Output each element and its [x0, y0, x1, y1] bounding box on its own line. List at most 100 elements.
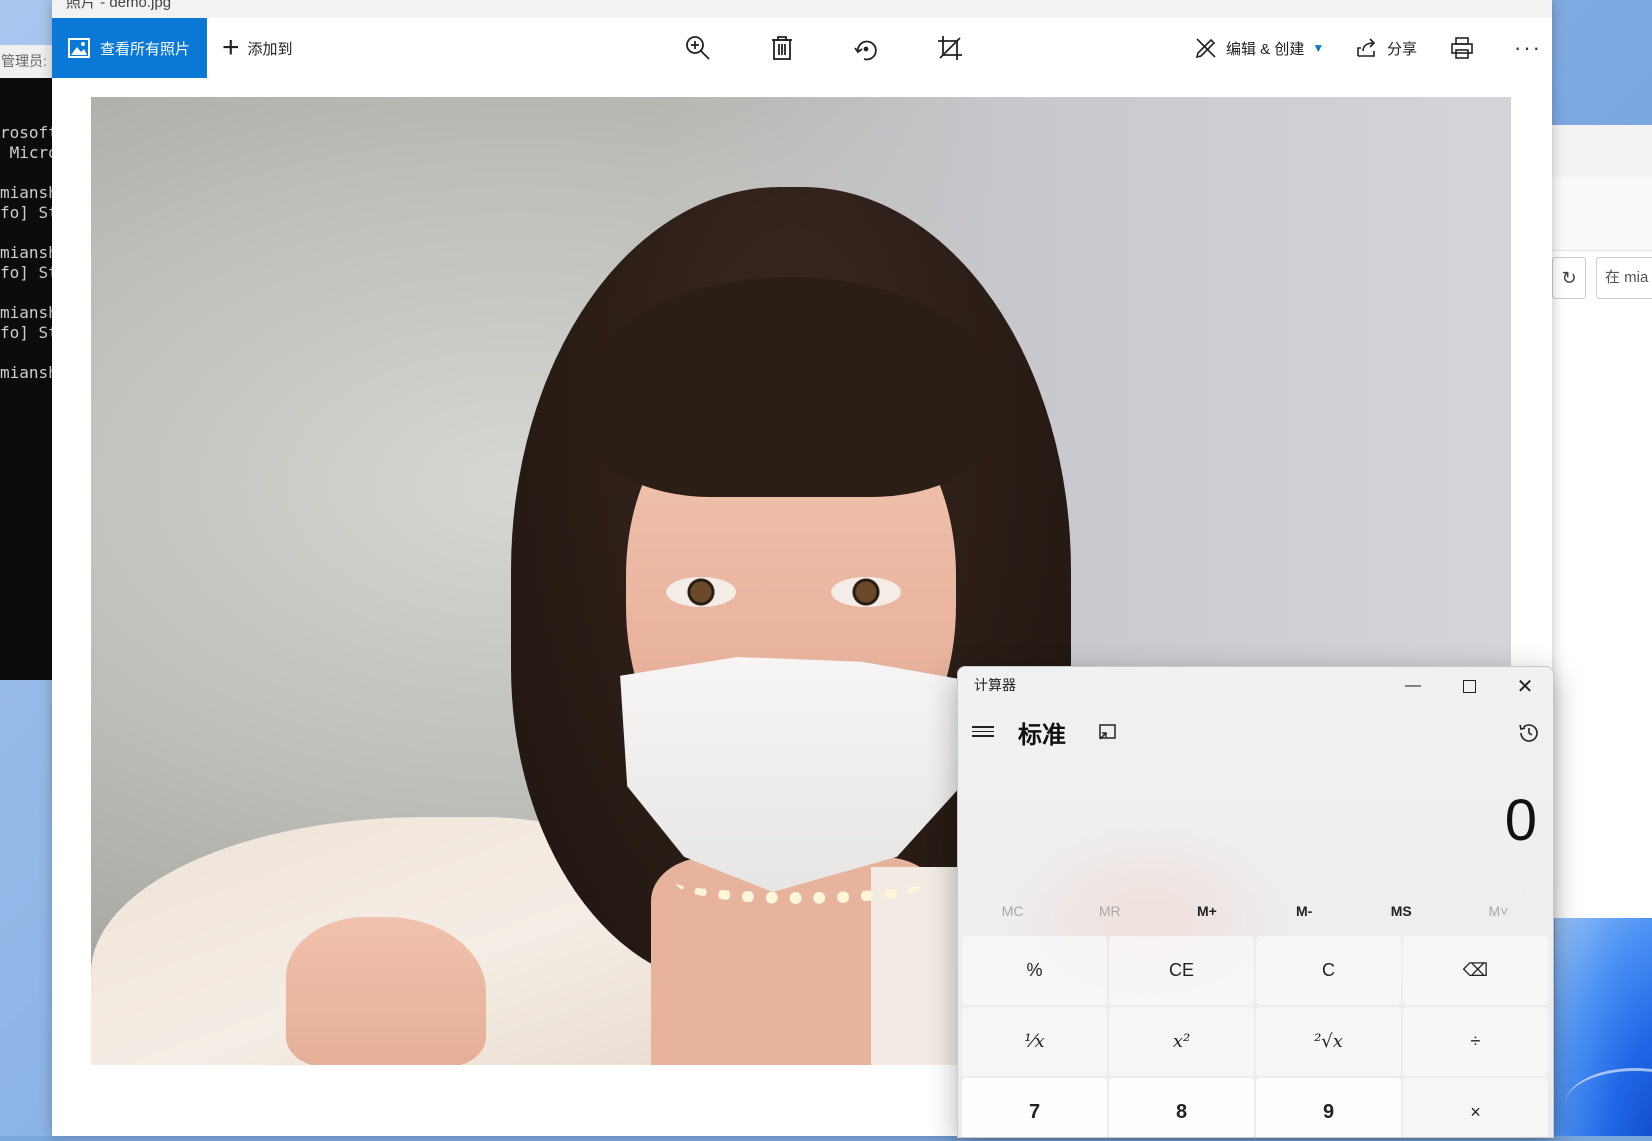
trash-icon	[772, 36, 792, 60]
memory-button-m-[interactable]: M-	[1256, 895, 1353, 927]
clear-entry-label: CE	[1168, 960, 1194, 980]
digit-7-button[interactable]: 7	[962, 1078, 1107, 1137]
photo-eye-left	[666, 577, 736, 607]
calculator-window: 计算器 — ✕ 标准 0 MC MR M+ M- MS M˅ % CE C ⌫ ¹⁄x x² ²√x ÷…	[957, 666, 1554, 1138]
memory-row: MC MR M+ M- MS M˅	[964, 895, 1547, 927]
console-line: miansh	[0, 363, 52, 382]
view-all-photos-label: 查看所有照片	[100, 40, 191, 58]
photos-titlebar: 照片 - demo.jpg	[52, 0, 1552, 18]
clear-entry-button[interactable]: CE	[1109, 936, 1254, 1005]
history-icon[interactable]	[1517, 721, 1541, 745]
photo-necklace	[676, 862, 926, 904]
console-line: miansh	[0, 183, 52, 202]
percent-button[interactable]: %	[962, 936, 1107, 1005]
multiply-label: ×	[1470, 1102, 1481, 1122]
keep-on-top-icon[interactable]	[1096, 721, 1118, 743]
photo-eye-right	[831, 577, 901, 607]
digit-7-label: 7	[1028, 1101, 1041, 1123]
backspace-button[interactable]: ⌫	[1403, 936, 1548, 1005]
console-line: miansh	[0, 243, 52, 262]
square-button[interactable]: x²	[1109, 1007, 1254, 1076]
console-line: fo] St	[0, 203, 52, 222]
square-root-button[interactable]: ²√x	[1256, 1007, 1401, 1076]
plus-icon: +	[222, 31, 240, 64]
edit-create-button[interactable]: 编辑 & 创建 ▼	[1194, 18, 1324, 78]
close-button[interactable]: ✕	[1497, 667, 1553, 705]
reciprocal-label: ¹⁄x	[1024, 1031, 1045, 1052]
calculator-keypad: % CE C ⌫ ¹⁄x x² ²√x ÷ 7 8 9 ×	[962, 936, 1550, 1137]
photos-toolbar: 查看所有照片 + 添加到 编辑 & 创建 ▼ 分享 ···	[52, 18, 1552, 78]
console-line: Micro	[9, 143, 52, 162]
share-icon	[1357, 38, 1376, 57]
wallpaper-swirl	[1555, 918, 1652, 1136]
photo-hand	[286, 917, 486, 1065]
square-label: x²	[1172, 1031, 1191, 1052]
rotate-icon	[854, 40, 877, 61]
refresh-icon[interactable]: ↻	[1552, 257, 1586, 299]
maximize-icon	[1462, 679, 1476, 693]
console-window[interactable]: rosoft Micromianshfo] Stmianshfo] Stmian…	[0, 45, 52, 680]
clear-label: C	[1322, 960, 1335, 980]
explorer-tabbar	[1552, 125, 1652, 178]
digit-9-label: 9	[1322, 1101, 1335, 1123]
clear-button[interactable]: C	[1256, 936, 1401, 1005]
percent-label: %	[1026, 960, 1043, 980]
memory-button-m+[interactable]: M+	[1158, 895, 1255, 927]
add-to-label: 添加到	[247, 40, 293, 58]
memory-button-mr[interactable]: MR	[1061, 895, 1158, 927]
memory-button-m[interactable]: M˅	[1450, 895, 1547, 927]
file-explorer-window[interactable]: ↻ 在 mia	[1552, 125, 1652, 918]
rotate-button[interactable]	[844, 18, 888, 78]
photos-window-title: 照片 - demo.jpg	[66, 0, 172, 11]
minimize-icon: —	[1405, 677, 1421, 694]
calculator-title: 计算器	[974, 677, 1016, 693]
share-button[interactable]: 分享	[1355, 18, 1417, 78]
image-icon	[68, 38, 90, 58]
console-output: rosoft Micromianshfo] Stmianshfo] Stmian…	[0, 123, 52, 383]
digit-8-label: 8	[1175, 1101, 1188, 1123]
console-title: 管理员:	[0, 45, 53, 78]
explorer-search-input[interactable]: 在 mia	[1596, 257, 1652, 299]
chevron-down-icon: ▼	[1312, 41, 1325, 55]
console-line: fo] St	[0, 323, 52, 342]
backspace-label: ⌫	[1462, 960, 1489, 980]
zoom-in-button[interactable]	[676, 18, 720, 78]
calculator-display: 0	[1504, 788, 1537, 853]
reciprocal-button[interactable]: ¹⁄x	[962, 1007, 1107, 1076]
maximize-button[interactable]	[1441, 667, 1497, 705]
console-line: miansh	[0, 303, 52, 322]
crop-icon	[938, 36, 962, 60]
square-root-label: ²√x	[1314, 1031, 1343, 1052]
print-button[interactable]	[1450, 18, 1474, 78]
calculator-header: 标准	[958, 711, 1553, 757]
console-line: rosoft	[0, 123, 52, 142]
minimize-button[interactable]: —	[1385, 667, 1441, 705]
delete-button[interactable]	[760, 18, 804, 78]
view-all-photos-button[interactable]: 查看所有照片	[52, 18, 207, 78]
add-to-button[interactable]: + 添加到	[222, 18, 293, 78]
photo-bangs	[591, 277, 991, 497]
digit-9-button[interactable]: 9	[1256, 1078, 1401, 1137]
explorer-ribbon	[1552, 177, 1652, 251]
calculator-mode-title: 标准	[1018, 722, 1066, 749]
divide-button[interactable]: ÷	[1403, 1007, 1548, 1076]
memory-button-mc[interactable]: MC	[964, 895, 1061, 927]
edit-pen-icon	[1195, 38, 1216, 59]
divide-label: ÷	[1470, 1031, 1481, 1051]
memory-button-ms[interactable]: MS	[1353, 895, 1450, 927]
edit-create-label: 编辑 & 创建	[1226, 40, 1305, 58]
hamburger-menu-icon[interactable]	[972, 723, 994, 741]
console-line: fo] St	[0, 263, 52, 282]
multiply-button[interactable]: ×	[1403, 1078, 1548, 1137]
digit-8-button[interactable]: 8	[1109, 1078, 1254, 1137]
crop-button[interactable]	[928, 18, 972, 78]
share-label: 分享	[1387, 40, 1418, 58]
printer-icon	[1451, 37, 1473, 59]
zoom-in-icon	[686, 36, 710, 60]
close-icon: ✕	[1516, 675, 1534, 698]
more-options-button[interactable]: ···	[1514, 18, 1542, 78]
